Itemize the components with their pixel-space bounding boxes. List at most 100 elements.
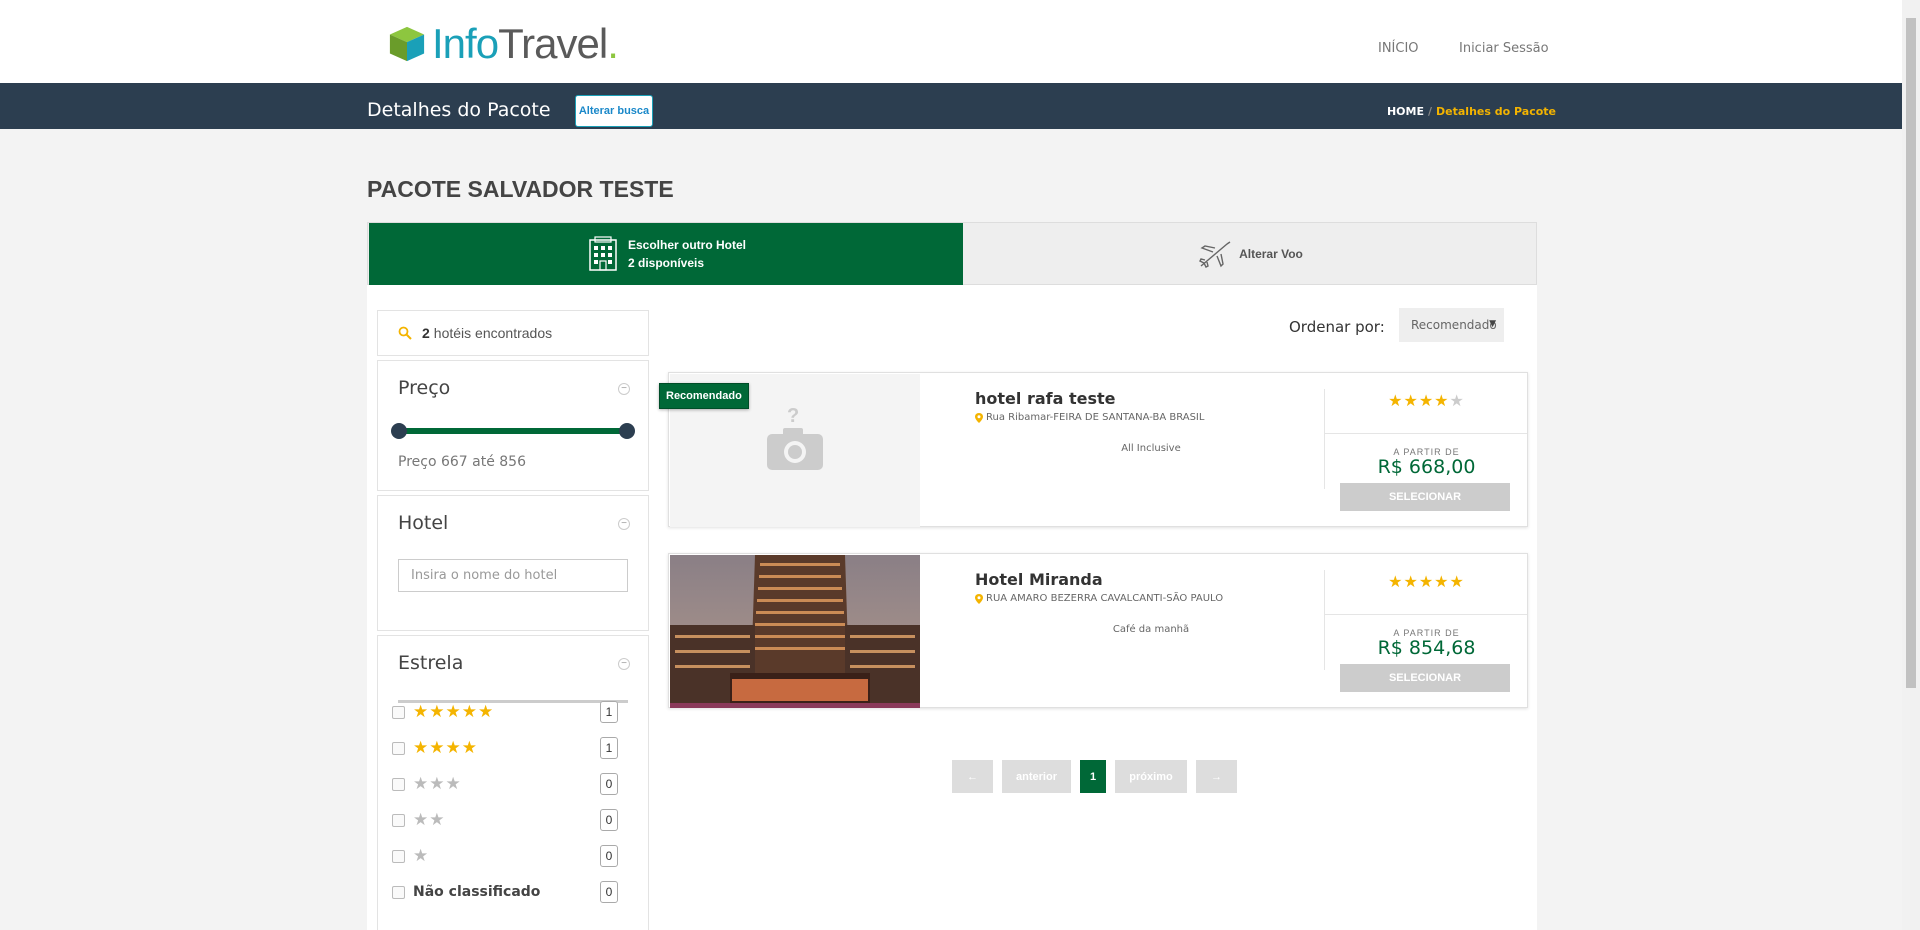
- price-collapse-icon[interactable]: −: [618, 383, 630, 395]
- price-slider-track[interactable]: [399, 428, 627, 434]
- nav-login-link[interactable]: Iniciar Sessão: [1459, 41, 1549, 56]
- star-5-count: 1: [600, 701, 618, 723]
- hotel-photo: [670, 555, 920, 708]
- tab-choose-hotel-label: Escolher outro Hotel: [627, 238, 746, 252]
- hotel-name[interactable]: hotel rafa teste: [975, 389, 1115, 408]
- pagination: ← anterior 1 próximo →: [952, 760, 1246, 793]
- pagination-last-button[interactable]: →: [1196, 760, 1237, 793]
- pagination-prev-button[interactable]: anterior: [1002, 760, 1071, 793]
- results-panel: 2 hotéis encontrados Preço − Preço 667 a…: [367, 285, 1537, 930]
- hotel-stars-empty: ★: [1449, 393, 1465, 410]
- hotel-star-rating: ★★★★★: [1325, 391, 1528, 411]
- star-3-checkbox[interactable]: [392, 777, 405, 791]
- cube-logo-icon: [389, 26, 425, 62]
- results-count-label: hotéis encontrados: [433, 325, 553, 341]
- star-row-5[interactable]: ★★★★★ 1: [392, 698, 632, 726]
- price-range-text: Preço 667 até 856: [398, 454, 526, 470]
- hotel-card: Hotel Miranda RUA AMARO BEZERRA CAVALCAN…: [668, 553, 1528, 708]
- star-2-count: 0: [600, 809, 618, 831]
- star-2-icons: ★★: [413, 810, 446, 829]
- star-row-unrated[interactable]: Não classificado 0: [392, 878, 632, 906]
- hotel-price: R$ 854,68: [1377, 637, 1476, 659]
- top-header: InfoTravel. INÍCIO Iniciar Sessão: [0, 0, 1902, 83]
- hotel-photo-image: [670, 555, 920, 708]
- tab-choose-hotel-sub: 2 disponíveis: [627, 256, 705, 270]
- star-row-3[interactable]: ★★★ 0: [392, 770, 632, 798]
- hotel-filter-title: Hotel: [398, 512, 449, 534]
- star-collapse-icon[interactable]: −: [618, 658, 630, 670]
- recommended-badge: Recomendado: [659, 383, 749, 409]
- infotravel-logo[interactable]: InfoTravel.: [388, 20, 619, 67]
- hotel-board-type: All Inclusive: [1121, 443, 1181, 454]
- star-row-4[interactable]: ★★★★ 1: [392, 734, 632, 762]
- sort-selected-value: Recomendado: [1411, 318, 1497, 332]
- tab-change-flight-label: Alterar Voo: [1239, 247, 1303, 261]
- star-4-count: 1: [600, 737, 618, 759]
- breadcrumb-separator: /: [1428, 105, 1433, 118]
- star-1-checkbox[interactable]: [392, 849, 405, 863]
- star-filter: Estrela − ★★★★★ 1 ★★★★ 1 ★★★ 0 ★★ 0 ★ 0 …: [377, 635, 649, 930]
- package-tabs: Escolher outro Hotel 2 disponíveis Alter…: [367, 222, 1537, 285]
- sort-label: Ordenar por:: [1289, 318, 1385, 336]
- hotel-address: Rua Ribamar-FEIRA DE SANTANA-BA BRASIL: [975, 412, 1204, 423]
- hotel-address-text: Rua Ribamar-FEIRA DE SANTANA-BA BRASIL: [986, 412, 1205, 423]
- page-title: Detalhes do Pacote: [367, 99, 551, 121]
- camera-placeholder-icon: ?: [767, 405, 823, 470]
- pagination-page-1[interactable]: 1: [1080, 760, 1106, 793]
- results-count: 2: [422, 325, 430, 341]
- pagination-next-button[interactable]: próximo: [1115, 760, 1187, 793]
- star-4-checkbox[interactable]: [392, 741, 405, 755]
- page-scrollbar[interactable]: [1902, 0, 1920, 930]
- hotel-stars-filled: ★★★★: [1388, 393, 1450, 410]
- price-filter: Preço − Preço 667 até 856: [377, 360, 649, 491]
- hotel-building-icon: [589, 236, 617, 271]
- search-icon: [398, 326, 412, 340]
- package-title: PACOTE SALVADOR TESTE: [367, 176, 674, 202]
- breadcrumb: HOME / Detalhes do Pacote: [1387, 105, 1556, 118]
- results-count-box: 2 hotéis encontrados: [377, 310, 649, 356]
- select-hotel-button[interactable]: SELECIONAR: [1340, 664, 1510, 692]
- star-1-count: 0: [600, 845, 618, 867]
- airplane-icon: [1199, 241, 1231, 268]
- price-slider-min-handle[interactable]: [391, 423, 407, 439]
- tab-change-flight[interactable]: Alterar Voo: [964, 223, 1536, 285]
- breadcrumb-current: Detalhes do Pacote: [1436, 105, 1556, 118]
- star-filter-title: Estrela: [398, 652, 464, 674]
- hotel-card: Recomendado ? hotel rafa teste Rua Ribam…: [659, 372, 1528, 527]
- hotel-name[interactable]: Hotel Miranda: [975, 570, 1103, 589]
- unrated-checkbox[interactable]: [392, 885, 405, 899]
- star-2-checkbox[interactable]: [392, 813, 405, 827]
- star-row-1[interactable]: ★ 0: [392, 842, 632, 870]
- hotel-address-text: RUA AMARO BEZERRA CAVALCANTI-SÃO PAULO: [986, 593, 1224, 604]
- scrollbar-thumb[interactable]: [1906, 18, 1916, 688]
- star-3-icons: ★★★: [413, 774, 462, 793]
- sort-select[interactable]: Recomendado ▼: [1399, 308, 1504, 342]
- price-filter-title: Preço: [398, 377, 451, 399]
- map-pin-icon: [975, 593, 983, 604]
- hotel-collapse-icon[interactable]: −: [618, 518, 630, 530]
- breadcrumb-home-link[interactable]: HOME: [1387, 105, 1424, 118]
- alter-search-button[interactable]: Alterar busca: [575, 95, 653, 127]
- star-4-icons: ★★★★: [413, 738, 478, 757]
- hotel-name-filter: Hotel − Insira o nome do hotel: [377, 495, 649, 631]
- price-slider-max-handle[interactable]: [619, 423, 635, 439]
- filters-sidebar: 2 hotéis encontrados Preço − Preço 667 a…: [377, 310, 649, 930]
- hotel-address: RUA AMARO BEZERRA CAVALCANTI-SÃO PAULO: [975, 593, 1223, 604]
- star-3-count: 0: [600, 773, 618, 795]
- star-row-2[interactable]: ★★ 0: [392, 806, 632, 834]
- hotel-price: R$ 668,00: [1377, 456, 1476, 478]
- star-5-icons: ★★★★★: [413, 702, 495, 721]
- card-divider: [1325, 433, 1527, 434]
- hotel-star-rating: ★★★★★: [1325, 572, 1528, 592]
- hotel-stars-filled: ★★★★★: [1388, 574, 1465, 591]
- star-5-checkbox[interactable]: [392, 705, 405, 719]
- select-hotel-button[interactable]: SELECIONAR: [1340, 483, 1510, 511]
- unrated-label: Não classificado: [413, 884, 541, 900]
- nav-home-link[interactable]: INÍCIO: [1378, 41, 1419, 56]
- pagination-first-button[interactable]: ←: [952, 760, 993, 793]
- chevron-down-icon: ▼: [1489, 319, 1496, 329]
- star-1-icons: ★: [413, 846, 430, 865]
- hotel-name-input[interactable]: Insira o nome do hotel: [398, 559, 628, 592]
- tab-choose-hotel[interactable]: Escolher outro Hotel 2 disponíveis: [369, 223, 963, 285]
- logo-wordmark: InfoTravel.: [432, 20, 619, 67]
